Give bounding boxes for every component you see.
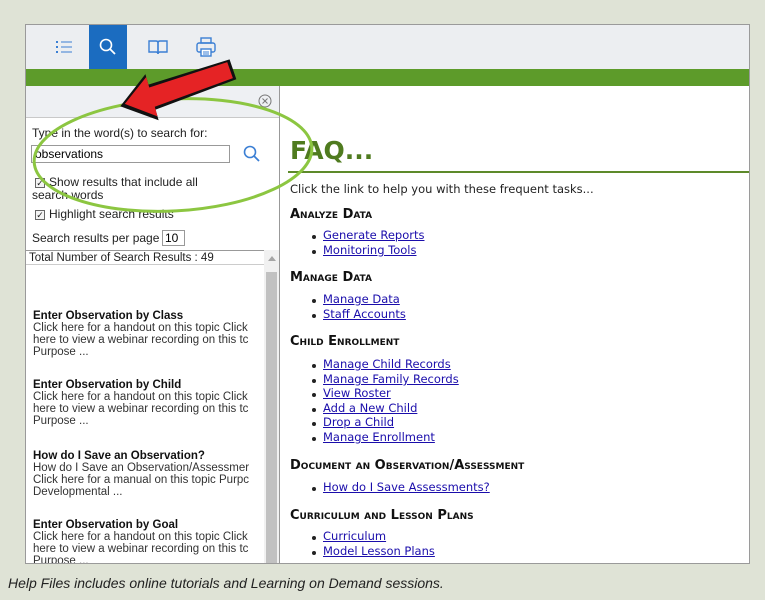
bullet <box>312 551 316 555</box>
scroll-up-arrow-icon[interactable] <box>268 256 276 261</box>
bullet <box>312 364 316 368</box>
result-snippet: Purpose ... <box>33 346 89 358</box>
bullet <box>312 487 316 491</box>
title-divider <box>288 171 749 173</box>
scrollbar-thumb[interactable] <box>266 272 277 563</box>
result-snippet: Purpose ... <box>33 555 89 563</box>
result-snippet: here to view a webinar recording on this… <box>33 334 249 346</box>
bullet <box>312 536 316 540</box>
link-manage-data[interactable]: Manage Data <box>323 292 400 306</box>
toolbar <box>26 25 749 69</box>
contents-button[interactable] <box>45 28 83 66</box>
bullet <box>312 437 316 441</box>
per-page-label: Search results per page <box>32 231 160 245</box>
search-results-list: Enter Observation by Class Click here fo… <box>26 266 264 563</box>
section-heading: Child Enrollment <box>290 334 400 349</box>
faq-content: FAQ... Click the link to help you with t… <box>280 86 749 563</box>
section-heading: Curriculum and Lesson Plans <box>290 508 474 523</box>
result-title[interactable]: Enter Observation by Child <box>33 379 264 391</box>
result-snippet: How do I Save an Observation/Assessmer <box>33 462 250 474</box>
result-snippet: Developmental ... <box>33 486 123 498</box>
link-manage-enrollment[interactable]: Manage Enrollment <box>323 430 435 444</box>
bullet <box>312 393 316 397</box>
results-scrollbar[interactable] <box>264 250 279 563</box>
page-title: FAQ... <box>290 136 374 165</box>
result-snippet: Click here for a handout on this topic C… <box>33 391 248 403</box>
printer-icon <box>196 37 216 57</box>
section-heading: Analyze Data <box>290 207 373 222</box>
intro-text: Click the link to help you with these fr… <box>290 182 594 196</box>
link-monitoring-tools[interactable]: Monitoring Tools <box>323 243 416 257</box>
result-item[interactable]: Enter Observation by Class Click here fo… <box>33 310 264 358</box>
result-item[interactable]: Enter Observation by Goal Click here for… <box>33 519 264 563</box>
search-prompt: Type in the word(s) to search for: <box>32 126 208 140</box>
search-icon <box>99 38 116 55</box>
result-title[interactable]: How do I Save an Observation? <box>33 450 264 462</box>
result-title[interactable]: Enter Observation by Goal <box>33 519 264 531</box>
help-window: Type in the word(s) to search for: ✓ Sho… <box>25 24 750 564</box>
all-words-label-line2: search words <box>32 188 104 202</box>
link-model-lesson-plans[interactable]: Model Lesson Plans <box>323 544 435 558</box>
search-input[interactable] <box>31 145 230 163</box>
link-manage-child-records[interactable]: Manage Child Records <box>323 357 451 371</box>
search-panel-header <box>26 86 279 118</box>
figure-caption: Help Files includes online tutorials and… <box>8 575 444 591</box>
link-curriculum[interactable]: Curriculum <box>323 529 386 543</box>
link-add-new-child[interactable]: Add a New Child <box>323 401 417 415</box>
print-button[interactable] <box>187 28 225 66</box>
book-icon <box>148 40 168 55</box>
highlight-checkbox[interactable]: ✓ <box>35 210 45 220</box>
all-words-checkbox[interactable]: ✓ <box>35 178 45 188</box>
link-drop-child[interactable]: Drop a Child <box>323 415 394 429</box>
bullet <box>312 408 316 412</box>
glossary-button[interactable] <box>139 28 177 66</box>
result-snippet: Click here for a handout on this topic C… <box>33 322 248 334</box>
link-manage-family-records[interactable]: Manage Family Records <box>323 372 459 386</box>
result-item[interactable]: How do I Save an Observation? How do I S… <box>33 450 264 498</box>
close-icon[interactable] <box>258 94 272 108</box>
total-results-label: Total Number of Search Results : 49 <box>26 250 264 265</box>
bullet <box>312 250 316 254</box>
result-snippet: Purpose ... <box>33 415 89 427</box>
result-snippet: Click here for a handout on this topic C… <box>33 531 248 543</box>
result-title[interactable]: Enter Observation by Class <box>33 310 264 322</box>
all-words-label-line1: Show results that include all <box>49 175 198 189</box>
header-green-bar <box>26 69 749 86</box>
link-staff-accounts[interactable]: Staff Accounts <box>323 307 406 321</box>
bullet <box>312 299 316 303</box>
result-snippet: here to view a webinar recording on this… <box>33 403 249 415</box>
search-panel: Type in the word(s) to search for: ✓ Sho… <box>26 86 280 563</box>
highlight-label: Highlight search results <box>49 207 174 221</box>
link-generate-reports[interactable]: Generate Reports <box>323 228 424 242</box>
result-snippet: here to view a webinar recording on this… <box>33 543 249 555</box>
result-item[interactable]: Enter Observation by Child Click here fo… <box>33 379 264 427</box>
link-save-assessments[interactable]: How do I Save Assessments? <box>323 480 490 494</box>
section-heading: Manage Data <box>290 270 372 285</box>
result-snippet: Click here for a manual on this topic Pu… <box>33 474 250 486</box>
section-heading: Document an Observation/Assessment <box>290 458 525 473</box>
bullet <box>312 235 316 239</box>
search-tab-button[interactable] <box>89 25 127 69</box>
per-page-input[interactable] <box>162 230 185 246</box>
bullet <box>312 379 316 383</box>
search-submit-icon[interactable] <box>242 144 262 164</box>
bullet <box>312 422 316 426</box>
bullet <box>312 314 316 318</box>
list-icon <box>56 41 72 53</box>
link-view-roster[interactable]: View Roster <box>323 386 391 400</box>
